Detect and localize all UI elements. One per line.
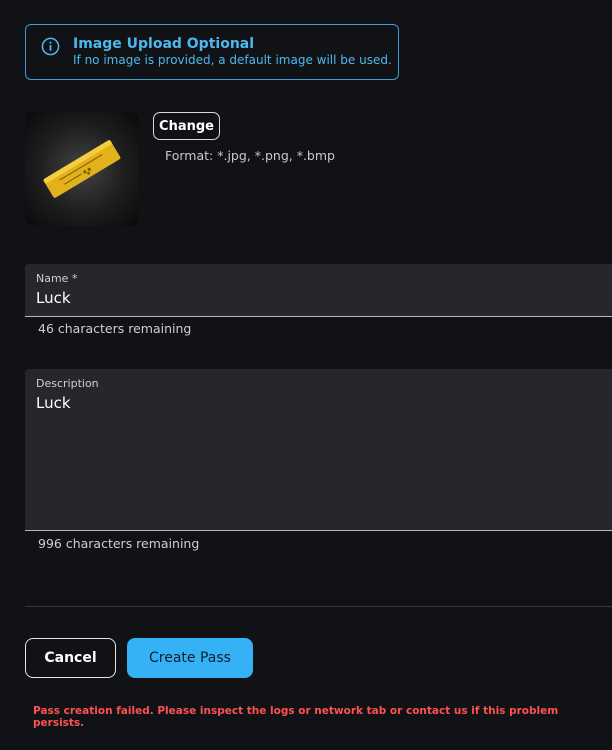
info-alert: Image Upload Optional If no image is pro…	[25, 24, 399, 80]
name-input[interactable]: Luck	[36, 289, 71, 307]
name-field[interactable]: Name * Luck	[25, 264, 612, 317]
error-message: Pass creation failed. Please inspect the…	[33, 705, 559, 729]
description-input[interactable]: Luck	[36, 394, 71, 412]
ticket-image	[43, 140, 121, 198]
description-char-count: 996 characters remaining	[38, 536, 200, 551]
info-icon	[41, 37, 60, 56]
create-pass-button[interactable]: Create Pass	[127, 638, 253, 678]
description-field[interactable]: Description Luck	[25, 369, 612, 531]
change-image-button[interactable]: Change	[153, 112, 220, 140]
cancel-button[interactable]: Cancel	[25, 638, 116, 678]
info-title: Image Upload Optional	[73, 36, 255, 52]
description-label: Description	[36, 377, 99, 390]
name-label: Name *	[36, 272, 78, 285]
name-char-count: 46 characters remaining	[38, 321, 192, 336]
info-text: If no image is provided, a default image…	[73, 53, 392, 67]
image-format-hint: Format: *.jpg, *.png, *.bmp	[165, 148, 335, 163]
pass-image-preview	[25, 112, 139, 226]
divider	[25, 606, 612, 607]
